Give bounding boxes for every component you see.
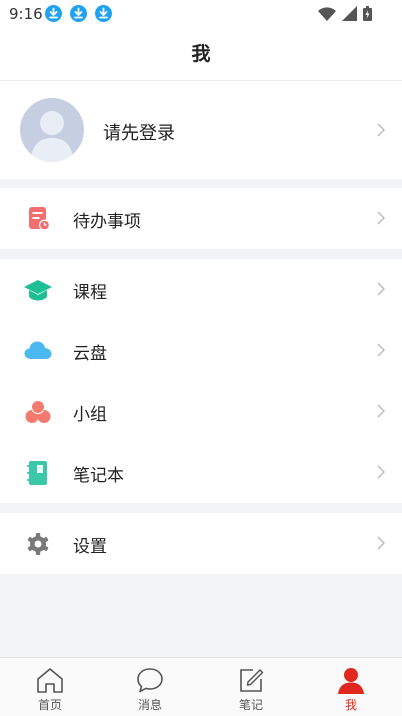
tab-notes[interactable]: 笔记 [221, 658, 281, 716]
chevron-right-icon [377, 536, 385, 550]
menu-item-todo[interactable]: 待办事项 [0, 188, 402, 249]
menu-item-label: 待办事项 [73, 212, 141, 232]
notebook-icon [27, 461, 47, 485]
tab-label: 我 [344, 698, 357, 712]
battery-icon [363, 6, 372, 21]
download-notification-icon [70, 5, 87, 22]
bottom-tab-bar: 首页 消息 笔记 我 [0, 657, 402, 716]
gear-icon [27, 533, 49, 555]
graduation-cap-icon [24, 280, 52, 301]
todo-list-icon [29, 207, 50, 231]
page-title: 我 [191, 43, 211, 65]
tab-label: 笔记 [238, 698, 263, 712]
download-notification-icon [95, 5, 112, 22]
tab-label: 消息 [137, 698, 162, 712]
profile-login-row[interactable]: 请先登录 [0, 81, 402, 179]
user-icon [338, 668, 364, 694]
login-prompt: 请先登录 [103, 123, 175, 144]
chevron-right-icon [377, 282, 385, 296]
menu-item-label: 小组 [73, 405, 107, 425]
chevron-right-icon [377, 211, 385, 225]
menu-item-cloud[interactable]: 云盘 [0, 320, 402, 381]
tab-label: 首页 [37, 698, 62, 712]
cloud-icon [24, 341, 52, 359]
menu-item-label: 云盘 [73, 344, 107, 364]
tab-messages[interactable]: 消息 [120, 658, 180, 716]
menu-item-label: 笔记本 [73, 466, 124, 486]
tab-me[interactable]: 我 [321, 658, 381, 716]
edit-note-icon [240, 669, 264, 692]
tab-home[interactable]: 首页 [20, 658, 80, 716]
menu-item-notebook[interactable]: 笔记本 [0, 442, 402, 503]
menu-item-label: 设置 [73, 537, 107, 557]
menu-item-group[interactable]: 小组 [0, 381, 402, 442]
menu-item-course[interactable]: 课程 [0, 259, 402, 320]
chat-bubble-icon [137, 668, 163, 693]
home-icon [37, 668, 63, 693]
header: 我 [0, 28, 402, 81]
menu-item-settings[interactable]: 设置 [0, 513, 402, 574]
group-circles-icon [25, 400, 51, 423]
chevron-right-icon [377, 404, 385, 418]
wifi-icon [318, 6, 336, 21]
signal-icon [342, 6, 357, 21]
chevron-right-icon [377, 123, 385, 137]
menu-item-label: 课程 [73, 283, 107, 303]
avatar [20, 98, 84, 162]
chevron-right-icon [377, 465, 385, 479]
status-time: 9:16 [9, 5, 43, 23]
chevron-right-icon [377, 343, 385, 357]
status-bar: 9:16 [0, 0, 402, 28]
download-notification-icon [45, 5, 62, 22]
